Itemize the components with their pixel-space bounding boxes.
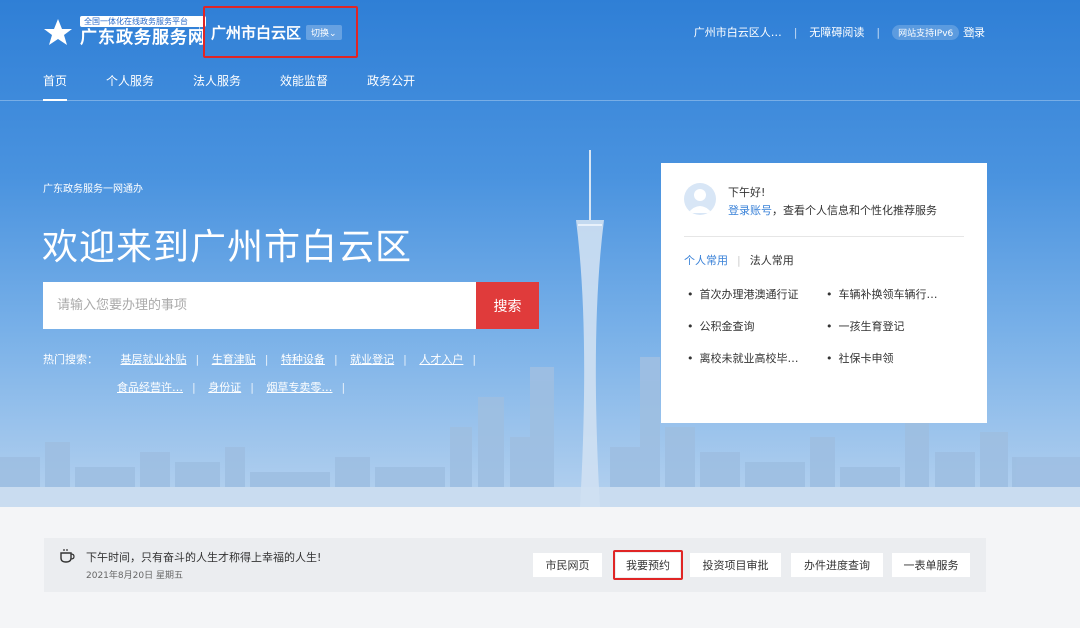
login-prompt: 登录账号，查看个人信息和个性化推荐服务 [728,202,937,218]
region-name: 广州市白云区 [211,24,302,42]
panel-divider [684,236,964,237]
coffee-cup-icon [60,549,75,563]
panel-login-link[interactable]: 登录账号 [728,204,772,217]
site-logo[interactable]: 全国一体化在线政务服务平台 广东政务服务网 [42,16,206,49]
common-services-list: • 首次办理港澳通行证 • 车辆补换领车辆行… • 公积金查询 • 一孩生育登记 • 离校… [687,286,977,366]
footer-strip [0,607,1080,628]
hot-search-link[interactable]: 身份证 [208,381,241,394]
top-link-region-people[interactable]: 广州市白云区人… [694,24,782,40]
nav-home[interactable]: 首页 [43,72,68,101]
progress-query-button[interactable]: 办件进度查询 [791,553,883,577]
search-bar: 搜索 [43,282,539,329]
header-divider [199,24,200,42]
list-item[interactable]: • 车辆补换领车辆行… [826,286,977,302]
separator: | [793,25,798,39]
tab-corporate-common[interactable]: 法人常用 [750,252,794,268]
search-input[interactable] [43,282,476,329]
ipv6-badge: 网站支持IPv6 [892,24,960,40]
list-item[interactable]: • 一孩生育登记 [826,318,977,334]
tab-personal-common[interactable]: 个人常用 [684,252,728,268]
hot-search-label: 热门搜索： [43,353,98,366]
nav-government-affairs[interactable]: 政务公开 [367,72,415,89]
nav-personal-services[interactable]: 个人服务 [106,72,154,89]
logo-tagline: 全国一体化在线政务服务平台 [80,16,206,27]
hot-search-link[interactable]: 食品经营许… [117,381,183,394]
tab-separator: | [737,253,741,267]
motto-text: 下午时间，只有奋斗的人生才称得上幸福的人生! [86,551,322,564]
region-switch-button[interactable]: 切换⌄ [306,25,342,40]
hot-search-link[interactable]: 特种设备 [281,353,325,366]
user-icon [688,189,712,213]
top-links: 广州市白云区人… | 无障碍阅读 | 网站支持IPv6 | [694,24,987,40]
single-form-service-button[interactable]: 一表单服务 [892,553,970,577]
hot-search-link[interactable]: 基层就业补贴 [121,353,187,366]
region-selector[interactable]: 广州市白云区 切换⌄ [211,22,342,43]
logo-emblem-icon [44,18,72,45]
search-button[interactable]: 搜索 [476,282,539,329]
greeting-text: 下午好! [728,186,766,199]
investment-approval-button[interactable]: 投资项目审批 [690,553,781,577]
nav-divider [0,100,1080,101]
nav-efficiency-supervision[interactable]: 效能监督 [280,72,328,89]
list-item[interactable]: • 首次办理港澳通行证 [687,286,826,302]
hot-search-link[interactable]: 生育津贴 [212,353,256,366]
hero-subtitle: 广东政务服务一网通办 [43,184,143,195]
separator: | [876,25,881,39]
hero-title: 欢迎来到广州市白云区 [42,227,413,268]
hot-search-link[interactable]: 人才入户 [419,353,463,366]
logo-name: 广东政务服务网 [80,28,206,48]
nav-corporate-services[interactable]: 法人服务 [193,72,241,89]
login-tip: ，查看个人信息和个性化推荐服务 [772,204,937,217]
top-link-accessibility[interactable]: 无障碍阅读 [809,24,864,40]
hot-search-link[interactable]: 就业登记 [350,353,394,366]
canton-tower-image [576,150,604,507]
appointment-button[interactable]: 我要预约 [616,553,680,577]
panel-tabs: 个人常用 | 法人常用 [684,252,794,268]
avatar [684,183,716,215]
quick-access-bar: 下午时间，只有奋斗的人生才称得上幸福的人生! 2021年8月20日 星期五 市民… [44,538,986,592]
login-link[interactable]: 登录 [963,24,985,40]
citizen-page-button[interactable]: 市民网页 [533,553,602,577]
user-panel: 下午好! 登录账号，查看个人信息和个性化推荐服务 个人常用 | 法人常用 • 首次… [661,163,987,423]
date-text: 2021年8月20日 星期五 [86,571,183,581]
hot-search-link[interactable]: 烟草专卖零… [266,381,332,394]
chevron-down-icon: ⌄ [329,29,337,39]
main-nav: 首页 个人服务 法人服务 效能监督 政务公开 [43,72,454,101]
list-item[interactable]: • 离校未就业高校毕… [687,350,826,366]
list-item[interactable]: • 社保卡申领 [826,350,977,366]
list-item[interactable]: • 公积金查询 [687,318,826,334]
hot-searches: 热门搜索： 基层就业补贴 | 生育津贴 | 特种设备 | 就业登记 | 人才入户 | 食品… [43,346,523,402]
